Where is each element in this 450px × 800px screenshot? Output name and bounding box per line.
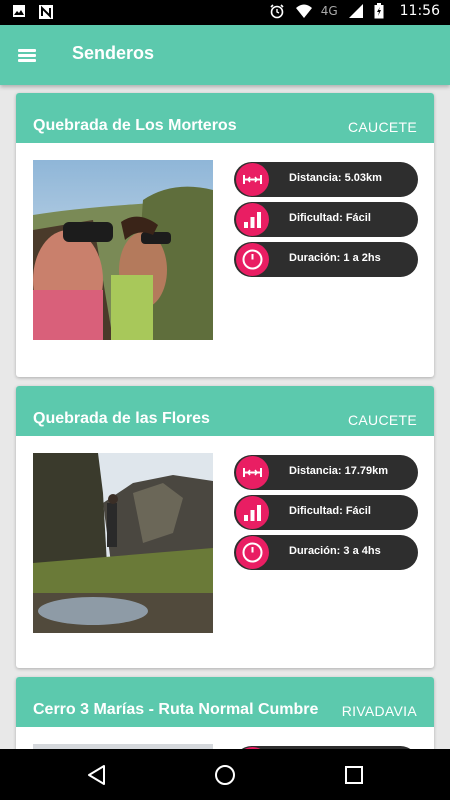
wifi-icon	[295, 3, 312, 19]
page-title: Senderos	[72, 43, 155, 63]
distance-pill[interactable]: Distancia: 17.79km	[234, 455, 418, 490]
n-notification-icon	[38, 4, 54, 20]
navigation-bar	[0, 749, 450, 800]
trail-card[interactable]: Quebrada de Los Morteros CAUCETE Distanc…	[16, 93, 434, 377]
alarm-icon	[269, 3, 285, 19]
distance-label: Distancia: 17.79km	[289, 465, 389, 477]
distance-icon	[236, 163, 269, 196]
card-header: Cerro 3 Marías - Ruta Normal Cumbre RIVA…	[16, 677, 434, 727]
trail-photo[interactable]	[33, 453, 213, 633]
clock: 11:56	[399, 3, 440, 19]
duration-label: Duración: 3 a 4hs	[289, 545, 381, 557]
trail-list[interactable]: Quebrada de Los Morteros CAUCETE Distanc…	[0, 85, 450, 749]
trail-card[interactable]: Cerro 3 Marías - Ruta Normal Cumbre RIVA…	[16, 677, 434, 749]
trail-title: Quebrada de las Flores	[33, 410, 210, 427]
trail-title: Cerro 3 Marías - Ruta Normal Cumbre	[33, 701, 319, 718]
difficulty-pill[interactable]: Dificultad: Fácil	[234, 202, 418, 237]
clock-icon	[236, 243, 269, 276]
difficulty-icon	[236, 203, 269, 236]
distance-icon	[236, 456, 269, 489]
duration-pill[interactable]: Duración: 3 a 4hs	[234, 535, 418, 570]
distance-label: Distancia: 5.03km	[289, 172, 382, 184]
duration-pill[interactable]: Duración: 1 a 2hs	[234, 242, 418, 277]
network-type: 4G	[320, 4, 338, 18]
status-bar: 4G 11:56	[0, 0, 450, 25]
trail-location: CAUCETE	[348, 119, 417, 135]
battery-icon	[374, 3, 390, 19]
difficulty-pill[interactable]: Dificultad: Fácil	[234, 495, 418, 530]
app-bar: Senderos	[0, 25, 450, 85]
home-icon[interactable]	[212, 762, 238, 788]
signal-icon	[348, 3, 364, 19]
back-icon[interactable]	[84, 762, 110, 788]
difficulty-icon	[236, 496, 269, 529]
trail-photo[interactable]	[33, 160, 213, 340]
image-icon	[12, 4, 28, 20]
menu-icon[interactable]	[14, 41, 42, 69]
trail-location: RIVADAVIA	[341, 703, 417, 719]
distance-pill[interactable]: Distancia: 5.03km	[234, 162, 418, 197]
trail-location: CAUCETE	[348, 412, 417, 428]
card-header: Quebrada de las Flores CAUCETE	[16, 386, 434, 436]
trail-card[interactable]: Quebrada de las Flores CAUCETE Distancia…	[16, 386, 434, 668]
card-header: Quebrada de Los Morteros CAUCETE	[16, 93, 434, 143]
duration-label: Duración: 1 a 2hs	[289, 252, 381, 264]
difficulty-label: Dificultad: Fácil	[289, 212, 371, 224]
difficulty-label: Dificultad: Fácil	[289, 505, 371, 517]
clock-icon	[236, 536, 269, 569]
trail-title: Quebrada de Los Morteros	[33, 117, 237, 134]
recents-icon[interactable]	[341, 762, 367, 788]
